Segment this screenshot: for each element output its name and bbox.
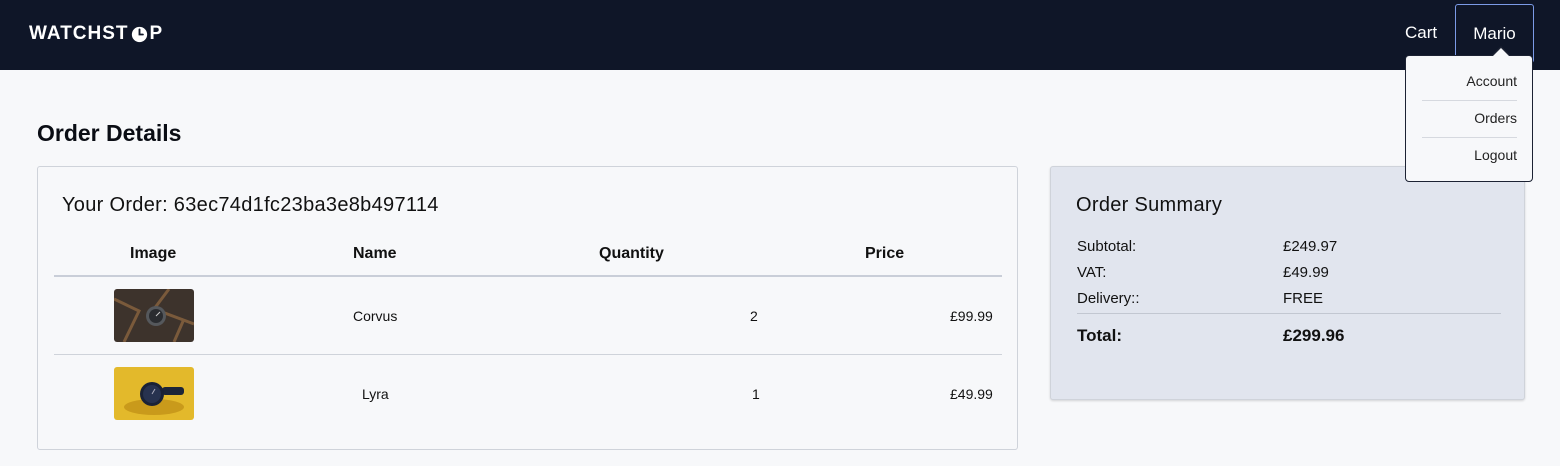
subtotal-value: £249.97 [1283, 238, 1338, 255]
subtotal-label: Subtotal: [1077, 238, 1137, 255]
vat-label: VAT: [1077, 264, 1107, 281]
table-header-divider [54, 275, 1002, 277]
item-price: £49.99 [950, 386, 993, 402]
logo-text-end: P [149, 23, 164, 44]
column-header-quantity: Quantity [599, 245, 664, 262]
dropdown-item-logout[interactable]: Logout [1422, 147, 1517, 163]
page-title: Order Details [37, 120, 182, 146]
item-price: £99.99 [950, 308, 993, 324]
logo-text-start: WATCHST [29, 23, 129, 44]
order-summary-title: Order Summary [1076, 194, 1223, 216]
column-header-image: Image [130, 245, 177, 262]
delivery-value: FREE [1283, 290, 1324, 307]
item-name: Lyra [362, 386, 389, 402]
watch-image [114, 367, 194, 420]
column-header-name: Name [353, 245, 397, 262]
order-id-heading: Your Order: 63ec74d1fc23ba3e8b497114 [62, 194, 439, 216]
total-value: £299.96 [1283, 326, 1345, 345]
dropdown-item-account[interactable]: Account [1422, 73, 1517, 89]
watch-image [114, 289, 194, 342]
dropdown-caret [1493, 48, 1509, 56]
corvus-watch-thumbnail[interactable] [114, 289, 194, 342]
item-name: Corvus [353, 308, 398, 324]
dropdown-divider [1422, 100, 1517, 101]
watchstop-logo[interactable]: WATCHST P [29, 23, 163, 45]
summary-divider [1077, 313, 1501, 314]
cart-link[interactable]: Cart [1405, 23, 1437, 43]
item-quantity: 1 [752, 386, 760, 402]
vat-value: £49.99 [1283, 264, 1329, 281]
delivery-label: Delivery:: [1077, 290, 1140, 307]
table-row-divider [54, 354, 1002, 355]
clock-icon [131, 26, 147, 42]
item-quantity: 2 [750, 308, 758, 324]
user-dropdown-menu: Account Orders Logout [1405, 46, 1533, 182]
total-label: Total: [1077, 326, 1123, 345]
dropdown-divider [1422, 137, 1517, 138]
lyra-watch-thumbnail[interactable] [114, 367, 194, 420]
order-summary-card: Order Summary Subtotal: £249.97 VAT: £49… [1050, 166, 1525, 400]
navbar: WATCHST P Cart Mario [0, 0, 1560, 70]
dropdown-item-orders[interactable]: Orders [1422, 110, 1517, 126]
column-header-price: Price [865, 245, 905, 262]
order-items-card: Your Order: 63ec74d1fc23ba3e8b497114 Ima… [37, 166, 1018, 450]
